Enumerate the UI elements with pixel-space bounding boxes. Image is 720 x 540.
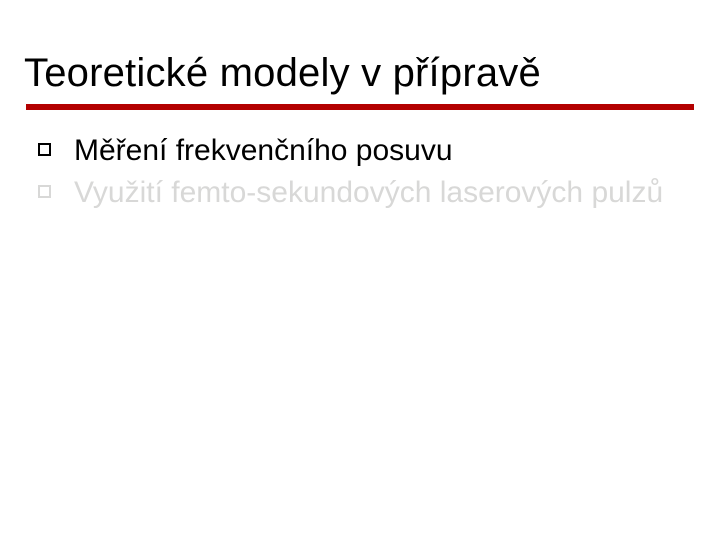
list-item: Využití femto-sekundových laserových pul… <box>26 174 694 212</box>
slide: Teoretické modely v přípravě Měření frek… <box>0 0 720 540</box>
list-item: Měření frekvenčního posuvu <box>26 132 694 170</box>
title-area: Teoretické modely v přípravě <box>0 0 720 96</box>
square-bullet-icon <box>38 143 51 156</box>
bullet-text: Měření frekvenčního posuvu <box>74 134 453 167</box>
bullet-text: Využití femto-sekundových laserových pul… <box>74 176 663 209</box>
slide-body: Měření frekvenčního posuvu Využití femto… <box>0 110 720 211</box>
bullet-list: Měření frekvenčního posuvu Využití femto… <box>26 132 694 211</box>
slide-title: Teoretické modely v přípravě <box>24 50 696 96</box>
square-bullet-icon <box>38 185 51 198</box>
